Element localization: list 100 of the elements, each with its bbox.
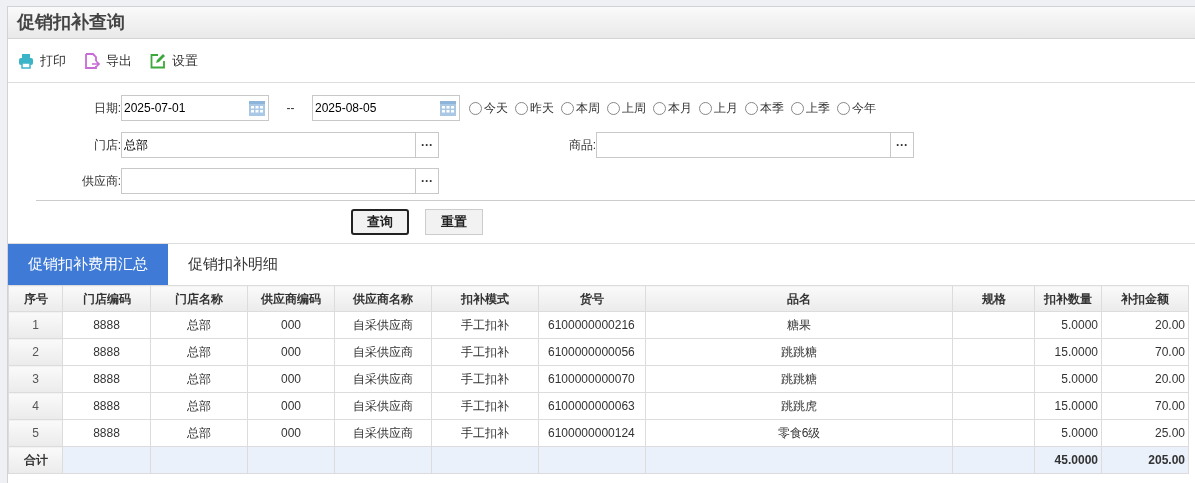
toolbar-button[interactable]: 设置 — [150, 50, 198, 71]
table-cell: 15.0000 — [1034, 338, 1102, 366]
radio-button[interactable] — [699, 101, 712, 115]
row-number: 5 — [8, 419, 63, 447]
table-cell: 跳跳糖 — [645, 365, 953, 393]
printer-icon — [18, 52, 34, 69]
radio-button[interactable] — [469, 101, 482, 115]
date-field[interactable]: 2025-08-05 — [312, 95, 460, 121]
toolbar-button[interactable]: 打印 — [18, 50, 66, 71]
radio-option[interactable]: 上季 — [791, 99, 830, 117]
column-header: 扣补数量 — [1034, 285, 1102, 312]
column-header: 货号 — [538, 285, 646, 312]
total-cell: 45.0000 — [1034, 446, 1102, 474]
ellipsis-button[interactable]: ··· — [890, 133, 913, 157]
row-number: 4 — [8, 392, 63, 420]
table-cell: 糖果 — [645, 311, 953, 339]
table-cell: 5.0000 — [1034, 419, 1102, 447]
table-cell: 5.0000 — [1034, 311, 1102, 339]
radio-button[interactable] — [515, 101, 528, 115]
radio-button[interactable] — [653, 101, 666, 115]
toolbar-button[interactable]: 导出 — [84, 50, 132, 71]
column-header: 补扣金额 — [1101, 285, 1189, 312]
field-label: 门店: — [92, 137, 121, 154]
column-header: 规格 — [952, 285, 1035, 312]
row-number: 3 — [8, 365, 63, 393]
option-label: 本季 — [760, 100, 784, 117]
radio-option[interactable]: 上周 — [607, 99, 646, 117]
ellipsis-button[interactable]: ··· — [415, 169, 438, 193]
radio-option[interactable]: 今年 — [837, 99, 876, 117]
lookup-field[interactable]: 总部 ··· — [121, 132, 439, 158]
radio-option[interactable]: 本月 — [653, 99, 692, 117]
field-label: 供应商: — [80, 173, 121, 190]
date-field[interactable]: 2025-07-01 — [121, 95, 269, 121]
radio-button[interactable] — [791, 101, 804, 115]
ellipsis-button[interactable]: ··· — [415, 133, 438, 157]
radio-option[interactable]: 昨天 — [515, 99, 554, 117]
table-cell: 8888 — [62, 365, 151, 393]
table-cell: 手工扣补 — [431, 338, 539, 366]
table-cell: 000 — [247, 419, 335, 447]
radio-button[interactable] — [561, 101, 574, 115]
table-cell: 自采供应商 — [334, 392, 432, 420]
calendar-icon[interactable] — [439, 99, 457, 117]
column-header: 扣补模式 — [431, 285, 539, 312]
table-cell: 8888 — [62, 392, 151, 420]
radio-button[interactable] — [607, 101, 620, 115]
radio-option[interactable]: 今天 — [469, 99, 508, 117]
table-cell: 总部 — [150, 365, 248, 393]
tab[interactable]: 促销扣补费用汇总 — [8, 244, 168, 285]
radio-option[interactable]: 本季 — [745, 99, 784, 117]
table-cell: 自采供应商 — [334, 338, 432, 366]
table-cell: 8888 — [62, 311, 151, 339]
lookup-field[interactable]: ··· — [121, 168, 439, 194]
table-cell: 8888 — [62, 419, 151, 447]
radio-button[interactable] — [745, 101, 758, 115]
column-header: 门店编码 — [62, 285, 151, 312]
reset-button[interactable]: 重置 — [425, 209, 483, 235]
table-cell: 手工扣补 — [431, 392, 539, 420]
option-label: 本月 — [668, 100, 692, 117]
table-cell: 000 — [247, 311, 335, 339]
row-number: 2 — [8, 338, 63, 366]
table-cell: 000 — [247, 338, 335, 366]
table-cell: 8888 — [62, 338, 151, 366]
range-separator: -- — [285, 100, 296, 117]
edit-icon — [150, 52, 166, 69]
table-cell: 6100000000124 — [538, 419, 646, 447]
query-button[interactable]: 查询 — [351, 209, 409, 235]
option-label: 上周 — [622, 100, 646, 117]
table-cell: 总部 — [150, 311, 248, 339]
table-cell: 25.00 — [1101, 419, 1189, 447]
table-cell: 手工扣补 — [431, 365, 539, 393]
field-label: 日期: — [92, 100, 121, 117]
radio-option[interactable]: 上月 — [699, 99, 738, 117]
column-header: 供应商名称 — [334, 285, 432, 312]
table-cell: 5.0000 — [1034, 365, 1102, 393]
table-cell: 20.00 — [1101, 365, 1189, 393]
table-cell: 6100000000063 — [538, 392, 646, 420]
lookup-field[interactable]: ··· — [596, 132, 914, 158]
table-cell: 15.0000 — [1034, 392, 1102, 420]
column-header: 门店名称 — [150, 285, 248, 312]
radio-button[interactable] — [837, 101, 850, 115]
table-cell: 总部 — [150, 338, 248, 366]
table-cell: 70.00 — [1101, 338, 1189, 366]
page-title: 促销扣补查询 — [17, 11, 125, 34]
table-cell: 总部 — [150, 419, 248, 447]
table-cell: 70.00 — [1101, 392, 1189, 420]
table-cell: 6100000000216 — [538, 311, 646, 339]
calendar-icon[interactable] — [248, 99, 266, 117]
table-cell: 6100000000056 — [538, 338, 646, 366]
row-number: 1 — [8, 311, 63, 339]
option-label: 昨天 — [530, 100, 554, 117]
table-cell: 自采供应商 — [334, 311, 432, 339]
option-label: 今年 — [852, 100, 876, 117]
table-cell: 20.00 — [1101, 311, 1189, 339]
radio-option[interactable]: 本周 — [561, 99, 600, 117]
table-cell: 跳跳糖 — [645, 338, 953, 366]
field-label: 商品: — [567, 137, 596, 154]
table-cell: 000 — [247, 392, 335, 420]
table-cell: 手工扣补 — [431, 419, 539, 447]
table-cell: 总部 — [150, 392, 248, 420]
column-header: 供应商编码 — [247, 285, 335, 312]
